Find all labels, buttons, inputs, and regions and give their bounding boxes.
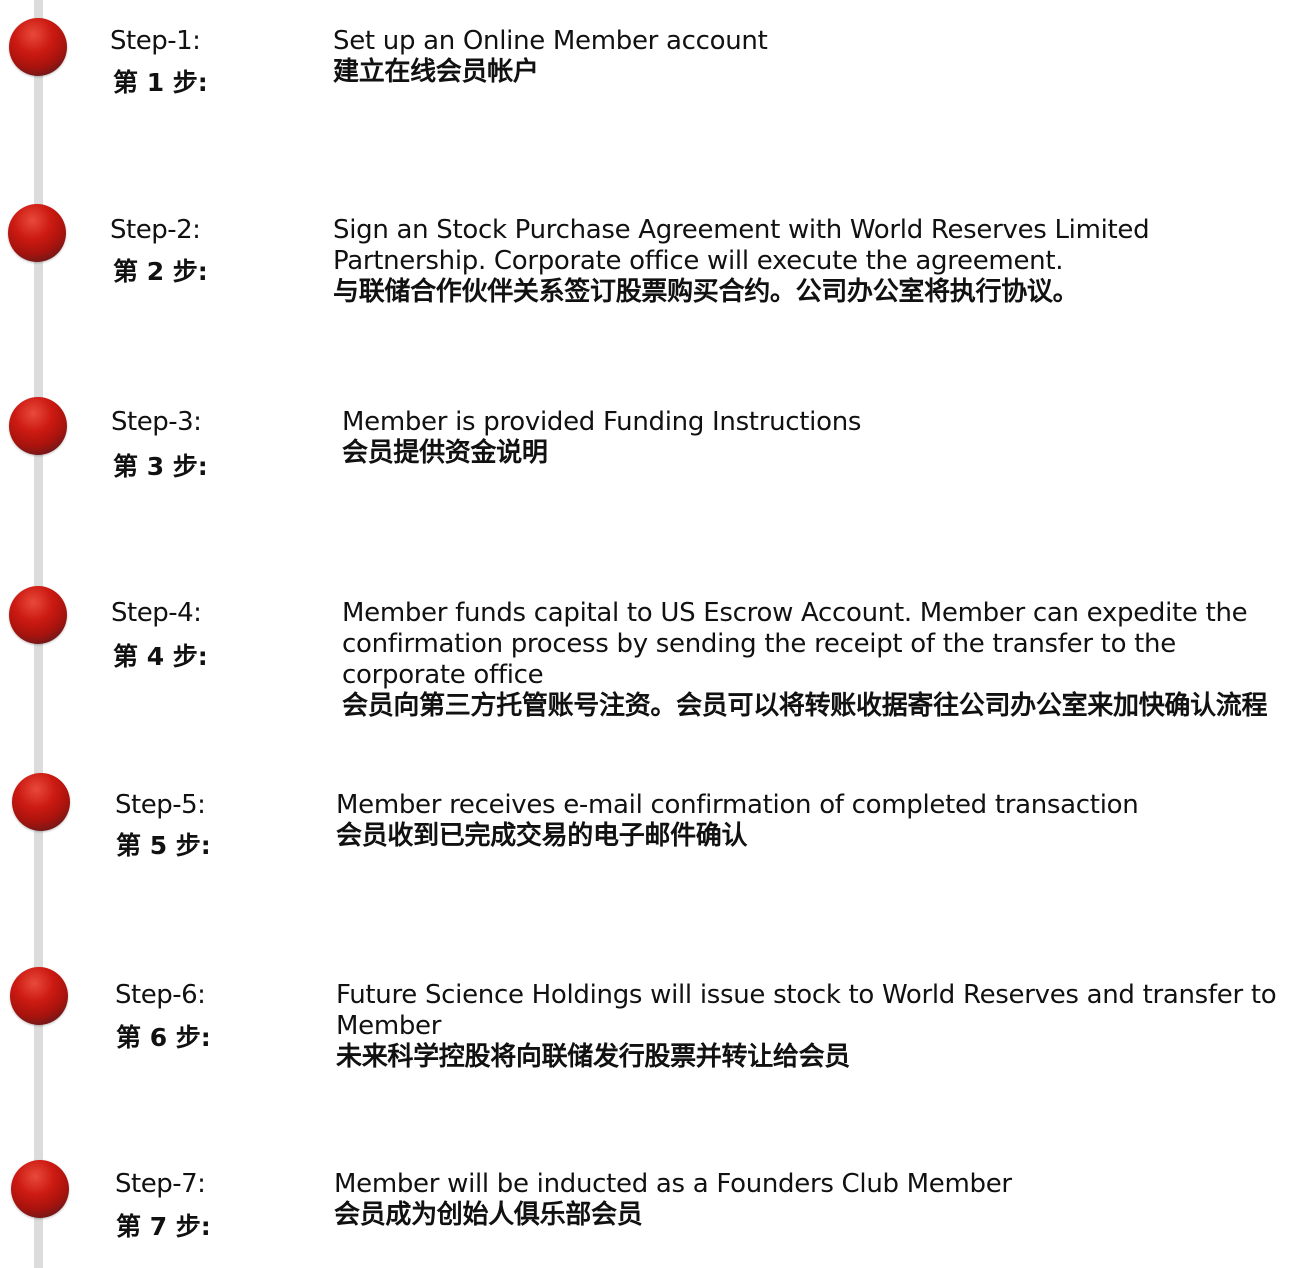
step-description-en: Future Science Holdings will issue stock…	[336, 980, 1277, 1041]
step-marker-dot	[9, 18, 67, 76]
step-label-en: Step-6:	[115, 980, 206, 1010]
step-label-zh: 第 5 步:	[116, 831, 211, 860]
step-description: Member is provided Funding Instructions …	[342, 407, 1282, 469]
step-description: Sign an Stock Purchase Agreement with Wo…	[333, 215, 1233, 308]
step-description-en: Sign an Stock Purchase Agreement with Wo…	[333, 215, 1150, 276]
step-label-zh: 第 6 步:	[116, 1023, 211, 1052]
step-marker-dot	[8, 204, 66, 262]
step-description-zh: 与联储合作伙伴关系签订股票购买合约。公司办公室将执行协议。	[333, 277, 1079, 307]
step-marker-dot	[11, 1160, 69, 1218]
step-description: Set up an Online Member account 建立在线会员帐户	[333, 26, 1293, 88]
step-description: Member receives e-mail confirmation of c…	[336, 790, 1296, 852]
step-label-en: Step-3:	[111, 407, 202, 437]
step-marker-dot	[12, 773, 70, 831]
step-label-zh: 第 1 步:	[113, 68, 208, 97]
step-description-en: Set up an Online Member account	[333, 26, 768, 56]
step-description-zh: 建立在线会员帐户	[333, 57, 539, 87]
step-label-zh: 第 7 步:	[116, 1212, 211, 1241]
step-label-en: Step-1:	[110, 26, 201, 56]
step-description-zh: 未来科学控股将向联储发行股票并转让给会员	[336, 1042, 851, 1072]
step-label-zh: 第 4 步:	[113, 642, 208, 671]
step-label-en: Step-4:	[111, 598, 202, 628]
step-description: Future Science Holdings will issue stock…	[336, 980, 1296, 1073]
step-description: Member will be inducted as a Founders Cl…	[334, 1169, 1294, 1231]
step-marker-dot	[9, 586, 67, 644]
step-label-en: Step-5:	[115, 790, 206, 820]
step-description-en: Member is provided Funding Instructions	[342, 407, 862, 437]
step-marker-dot	[10, 967, 68, 1025]
step-description-en: Member will be inducted as a Founders Cl…	[334, 1169, 1012, 1199]
step-label-zh: 第 2 步:	[113, 257, 208, 286]
step-label-en: Step-7:	[115, 1169, 206, 1199]
step-description-en: Member receives e-mail confirmation of c…	[336, 790, 1139, 820]
step-description-zh: 会员向第三方托管账号注资。会员可以将转账收据寄往公司办公室来加快确认流程	[342, 691, 1268, 721]
step-label-en: Step-2:	[110, 215, 201, 245]
step-description-en: Member funds capital to US Escrow Accoun…	[342, 598, 1248, 690]
step-marker-dot	[9, 397, 67, 455]
step-description-zh: 会员提供资金说明	[342, 438, 548, 468]
step-description-zh: 会员成为创始人俱乐部会员	[334, 1200, 643, 1230]
step-description-zh: 会员收到已完成交易的电子邮件确认	[336, 821, 748, 851]
step-description: Member funds capital to US Escrow Accoun…	[342, 598, 1302, 722]
step-label-zh: 第 3 步:	[113, 452, 208, 481]
